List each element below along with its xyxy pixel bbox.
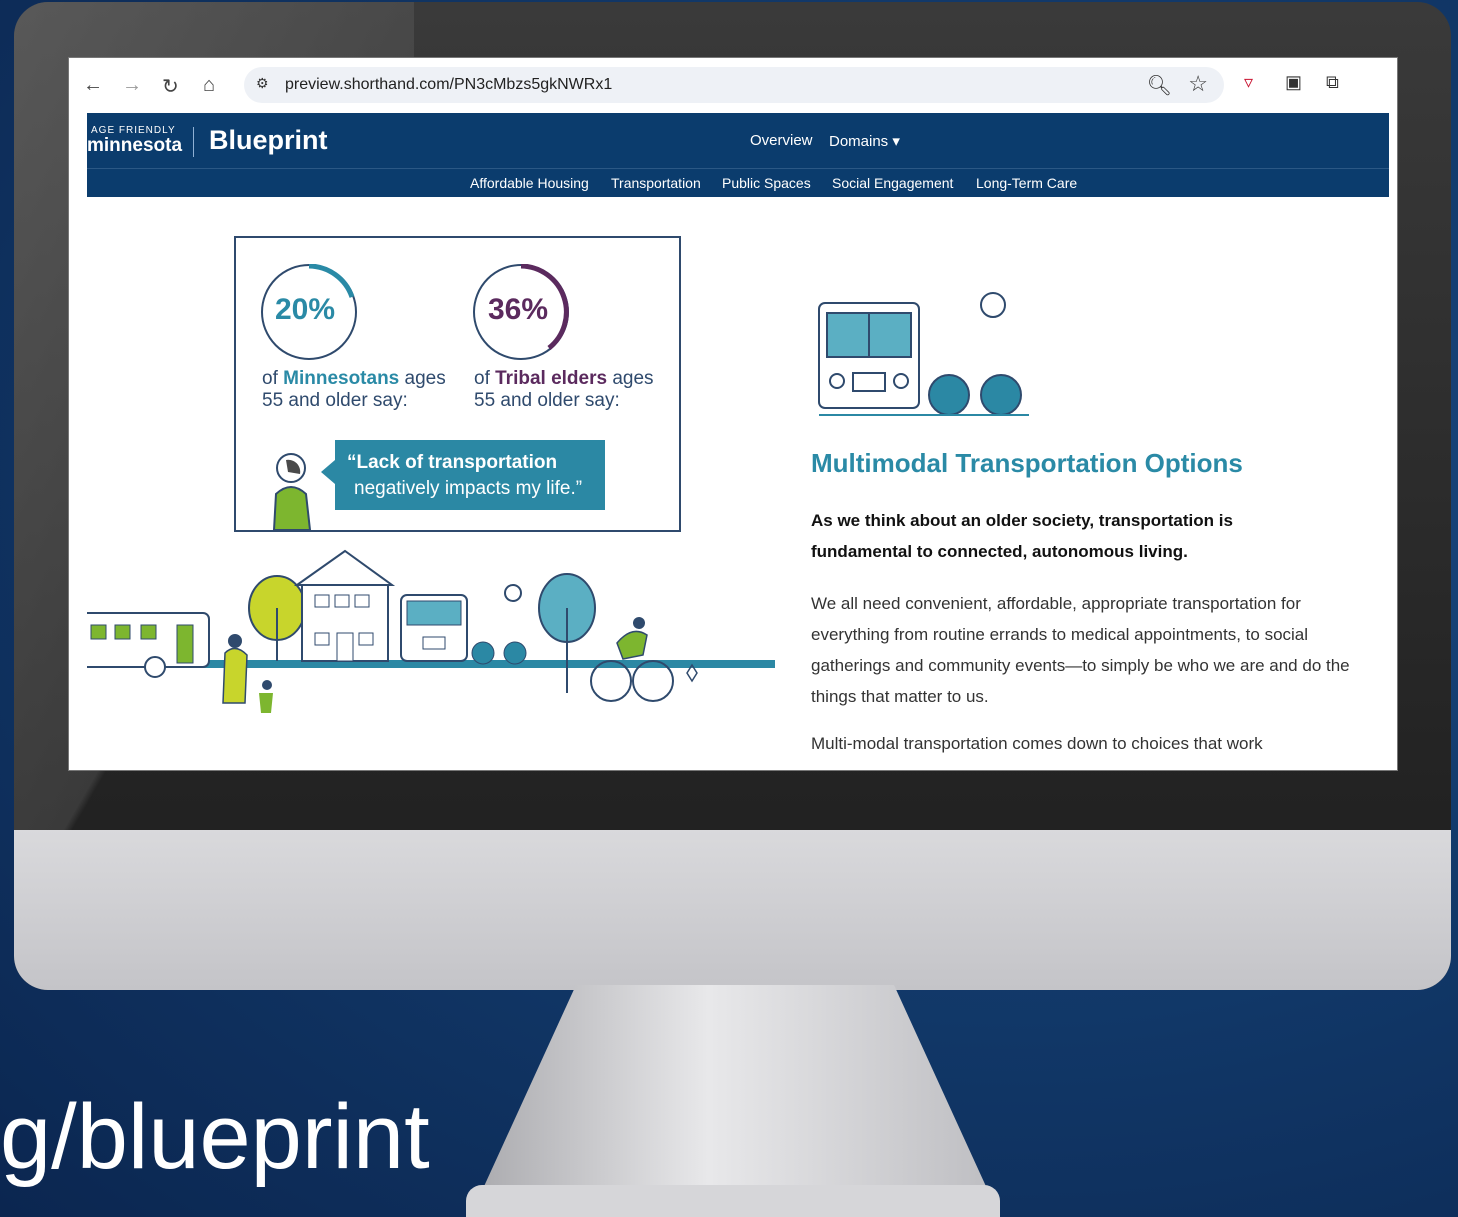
quote-bold-text: “Lack of transportation bbox=[347, 452, 558, 473]
quote-bubble: “Lack of transportation negatively impac… bbox=[321, 440, 605, 510]
logo-minnesota: minnesota bbox=[87, 135, 183, 156]
subnav-affordable-housing[interactable]: Affordable Housing bbox=[470, 175, 589, 191]
extension-shield-icon[interactable]: ▿ bbox=[1244, 72, 1253, 93]
quote-rest-text: negatively impacts my life.” bbox=[354, 478, 583, 499]
stat-percent-36: 36% bbox=[488, 293, 549, 326]
zoom-icon[interactable]: 🔍︎ bbox=[1147, 73, 1172, 98]
stat-text-pre: of bbox=[474, 368, 496, 389]
subnav-public-spaces[interactable]: Public Spaces bbox=[722, 175, 811, 191]
site-settings-icon[interactable]: ⚙ bbox=[256, 75, 269, 92]
stat-percent-20: 20% bbox=[275, 293, 336, 326]
stat-text-post: ages bbox=[399, 368, 446, 389]
article-paragraph-2: Multi-modal transportation comes down to… bbox=[811, 734, 1263, 753]
domain-subnav: Affordable Housing Transportation Public… bbox=[87, 168, 1389, 197]
extension-icon[interactable]: ▣ bbox=[1285, 72, 1302, 93]
site-header: AGE FRIENDLY minnesota Blueprint Overvie… bbox=[87, 113, 1389, 168]
bookmark-star-icon[interactable]: ☆ bbox=[1188, 71, 1208, 97]
article-lead: As we think about an older society, tran… bbox=[811, 511, 1233, 561]
overlay-url-text: g/blueprint bbox=[0, 1086, 430, 1188]
forward-arrow-icon[interactable]: → bbox=[122, 74, 142, 97]
stats-box: 20% of Minnesotans ages 55 and older say… bbox=[234, 236, 681, 532]
menu-domains-dropdown[interactable]: Domains ▾ bbox=[829, 132, 900, 150]
logo-divider bbox=[193, 127, 194, 157]
back-arrow-icon[interactable]: ← bbox=[83, 74, 103, 97]
article-paragraph-1: We all need convenient, affordable, appr… bbox=[811, 594, 1350, 706]
home-icon[interactable]: ⌂ bbox=[203, 74, 215, 97]
browser-window: ← → ↻ ⌂ ⚙ preview.shorthand.com/PN3cMbzs… bbox=[68, 57, 1398, 771]
bus-bike-illustration bbox=[818, 292, 1029, 416]
reload-icon[interactable]: ↻ bbox=[162, 74, 179, 99]
subnav-long-term-care[interactable]: Long-Term Care bbox=[976, 175, 1077, 191]
stat-text-line2: 55 and older say: bbox=[262, 390, 408, 411]
browser-toolbar: ← → ↻ ⌂ ⚙ preview.shorthand.com/PN3cMbzs… bbox=[69, 58, 1397, 113]
menu-overview[interactable]: Overview bbox=[750, 132, 813, 149]
article-title: Multimodal Transportation Options bbox=[811, 448, 1243, 478]
monitor-stand bbox=[470, 985, 1000, 1217]
address-bar[interactable]: ⚙ preview.shorthand.com/PN3cMbzs5gkNWRx1… bbox=[244, 67, 1224, 103]
url-text: preview.shorthand.com/PN3cMbzs5gkNWRx1 bbox=[285, 76, 613, 93]
monitor-stand-base bbox=[466, 1185, 1000, 1217]
monitor-chin bbox=[14, 830, 1451, 990]
subnav-social-engagement[interactable]: Social Engagement bbox=[832, 175, 953, 191]
stat-text-line2: 55 and older say: bbox=[474, 390, 620, 411]
stat-text-tribal-elders: of Tribal elders ages 55 and older say: bbox=[474, 368, 654, 412]
street-scene-illustration bbox=[87, 549, 775, 713]
subnav-transportation[interactable]: Transportation bbox=[611, 175, 701, 191]
stat-group-tribal-elders: Tribal elders bbox=[495, 368, 608, 389]
stat-text-pre: of bbox=[262, 368, 284, 389]
logo-blueprint[interactable]: Blueprint bbox=[209, 125, 328, 156]
stat-text-minnesotans: of Minnesotans ages 55 and older say: bbox=[262, 368, 446, 412]
stat-group-minnesotans: Minnesotans bbox=[283, 368, 400, 389]
stat-text-post: ages bbox=[607, 368, 654, 389]
person-illustration-icon bbox=[272, 453, 312, 530]
extensions-puzzle-icon[interactable]: ⧉ bbox=[1326, 72, 1339, 93]
